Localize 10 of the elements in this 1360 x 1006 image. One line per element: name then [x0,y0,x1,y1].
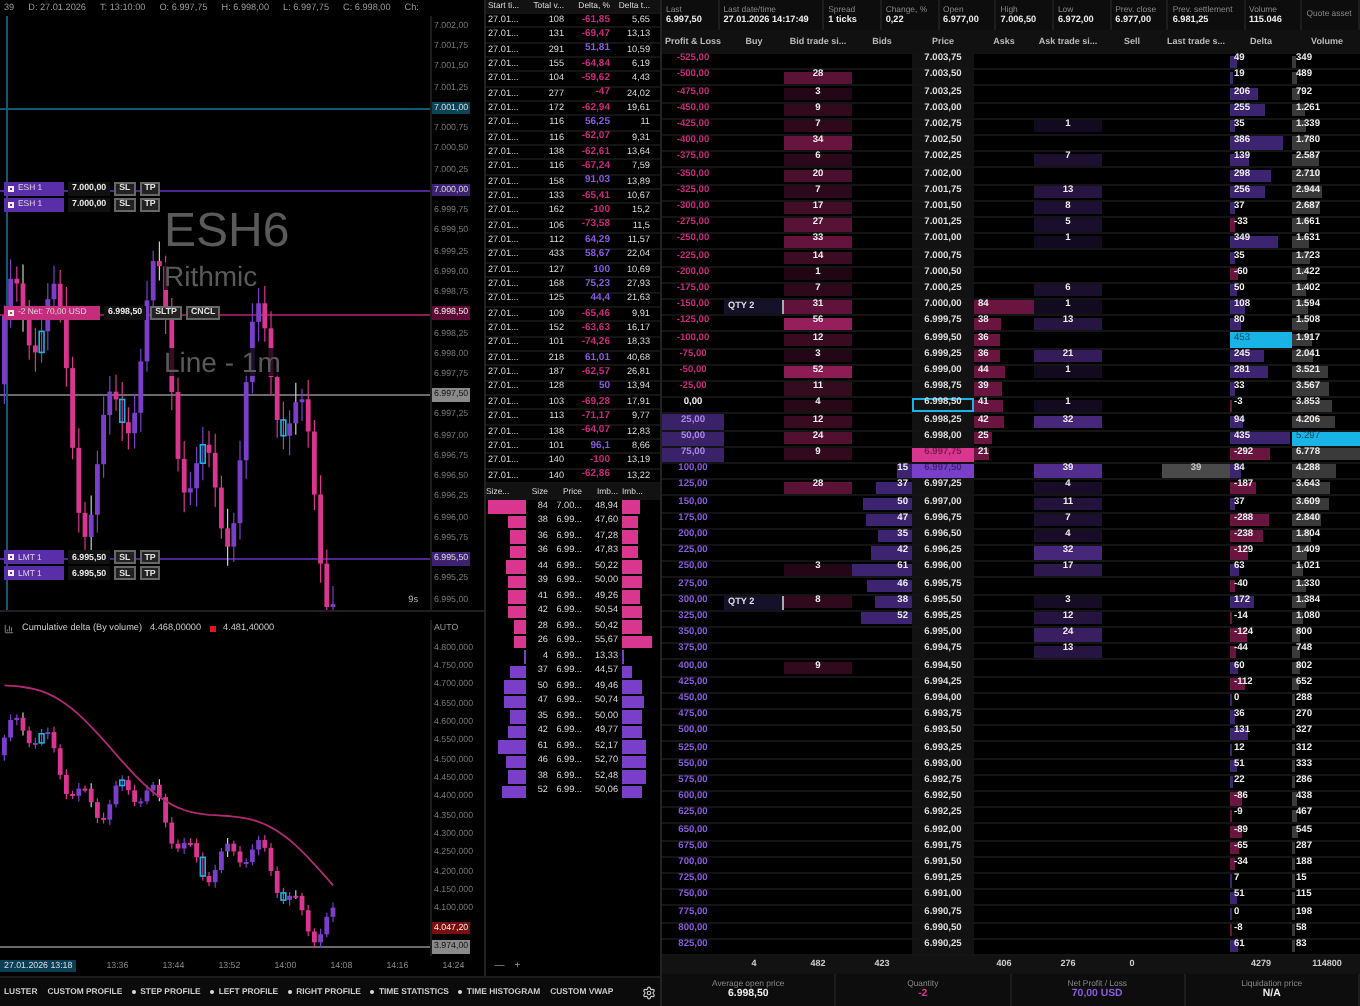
chart-watermark: ESH6 [164,208,290,256]
square-icon [8,554,14,561]
chart-watermark: Rithmic [164,262,258,290]
square-icon [8,309,14,315]
square-icon [8,570,14,577]
square-icon [8,202,14,209]
chart-icon [4,624,14,634]
chart-watermark: Line - 1m [164,348,281,376]
square-icon [8,186,14,193]
settings-icon[interactable] [642,985,656,999]
